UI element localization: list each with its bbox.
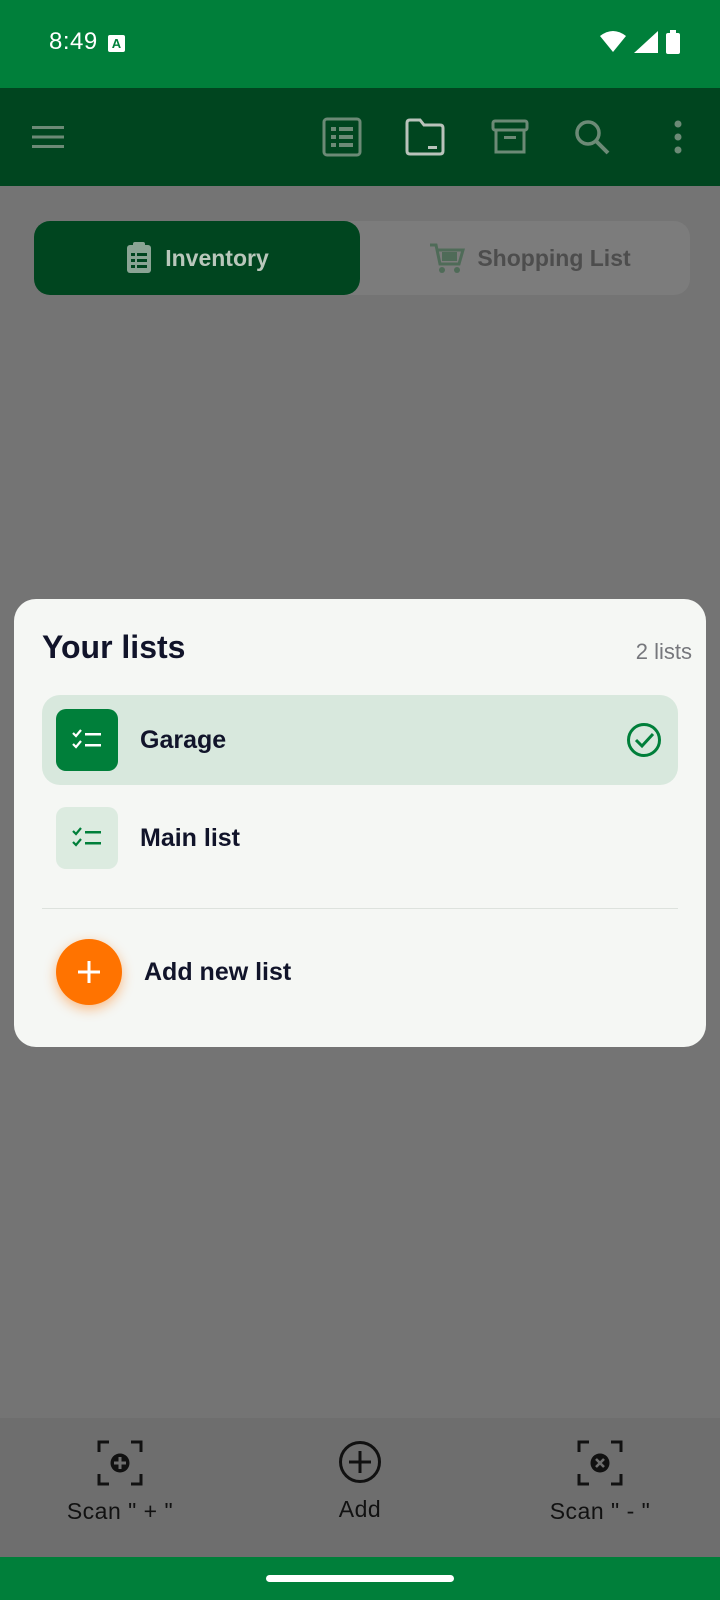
check-circle-icon: [627, 723, 661, 757]
checklist-icon: [56, 807, 118, 869]
add-label: Add: [338, 1496, 382, 1522]
search-icon[interactable]: [562, 88, 622, 186]
status-bar: 8:49 A: [0, 0, 720, 88]
add-circle-icon: [339, 1441, 381, 1483]
wifi-icon: [600, 31, 626, 52]
lists-bottom-sheet: Your lists 2 lists Garage Main list Add …: [14, 599, 706, 1047]
scan-plus-icon: [97, 1440, 143, 1486]
folder-icon[interactable]: [395, 88, 455, 186]
tab-inventory[interactable]: Inventory: [34, 221, 360, 295]
add-new-list-button[interactable]: Add new list: [42, 939, 678, 1005]
menu-icon[interactable]: [19, 88, 79, 186]
notification-icon: A: [108, 35, 125, 52]
home-handle[interactable]: [266, 1575, 454, 1582]
list-item-garage[interactable]: Garage: [42, 695, 678, 785]
plus-icon: [78, 961, 100, 983]
scan-minus-button[interactable]: Scan " - ": [500, 1418, 700, 1557]
scan-plus-label: Scan " + ": [66, 1498, 174, 1524]
tab-inventory-label: Inventory: [165, 244, 269, 271]
tab-shopping-list-label: Shopping List: [477, 244, 631, 271]
signal-icon: [634, 31, 658, 53]
divider: [42, 908, 678, 909]
tab-bar: Inventory Shopping List: [34, 221, 690, 295]
more-vert-icon[interactable]: [648, 88, 708, 186]
scan-plus-button[interactable]: Scan " + ": [20, 1418, 220, 1557]
app-toolbar: [0, 88, 720, 186]
archive-icon[interactable]: [480, 88, 540, 186]
status-icons: [600, 30, 680, 54]
list-item-main-list[interactable]: Main list: [42, 793, 678, 883]
scan-minus-label: Scan " - ": [549, 1498, 651, 1524]
list-count: 2 lists: [635, 639, 692, 664]
sheet-title: Your lists: [42, 629, 186, 665]
cart-icon: [430, 243, 466, 273]
list-item-label: Garage: [140, 725, 227, 754]
system-nav-bar: [0, 1557, 720, 1600]
add-list-fab[interactable]: [56, 939, 122, 1005]
list-item-label: Main list: [140, 823, 241, 852]
add-new-list-label: Add new list: [144, 957, 292, 986]
add-button[interactable]: Add: [260, 1418, 460, 1557]
status-time: 8:49: [49, 28, 98, 55]
list-view-icon[interactable]: [312, 88, 372, 186]
scan-minus-icon: [577, 1440, 623, 1486]
tab-shopping-list[interactable]: Shopping List: [370, 221, 690, 295]
checklist-icon: [56, 709, 118, 771]
bottom-action-bar: Scan " + " Add Scan " - ": [0, 1418, 720, 1557]
battery-icon: [666, 30, 680, 54]
clipboard-list-icon: [127, 242, 152, 273]
